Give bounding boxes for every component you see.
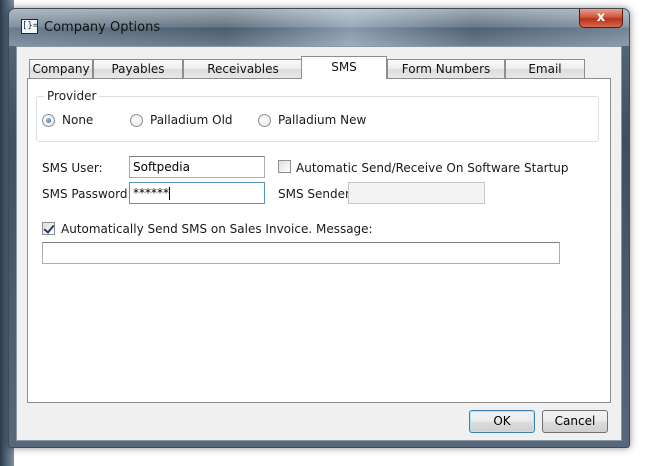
provider-group: Provider None Palladium Old Palladium Ne…	[36, 89, 599, 142]
app-icon: [}=	[21, 19, 38, 34]
tab-payables[interactable]: Payables	[93, 59, 183, 78]
provider-none-label: None	[62, 113, 94, 127]
radio-unchecked-icon	[258, 114, 271, 127]
ok-button[interactable]: OK	[469, 410, 535, 433]
provider-group-legend: Provider	[44, 89, 100, 103]
text-caret	[169, 187, 170, 200]
sms-sender-input[interactable]	[348, 182, 485, 204]
auto-send-receive-label: Automatic Send/Receive On Software Start…	[296, 161, 569, 175]
tab-sms[interactable]: SMS	[301, 56, 387, 79]
window-title: Company Options	[44, 20, 161, 35]
auto-send-invoice-checkbox[interactable]	[42, 222, 55, 235]
sms-password-input[interactable]: ******	[129, 182, 265, 204]
sms-user-label: SMS User:	[42, 161, 103, 175]
tab-company[interactable]: Company	[29, 59, 93, 78]
sms-sender-label: SMS Sender	[278, 187, 350, 201]
auto-send-receive-checkbox[interactable]	[278, 160, 291, 173]
provider-palladium-old-radio[interactable]: Palladium Old	[130, 113, 233, 129]
title-bar[interactable]: [}= Company Options x	[9, 9, 629, 46]
company-options-window: [}= Company Options x Company Payables R…	[8, 8, 630, 448]
close-button[interactable]: x	[579, 9, 623, 28]
provider-palladium-new-label: Palladium New	[278, 113, 367, 127]
close-icon: x	[596, 10, 606, 25]
provider-palladium-new-radio[interactable]: Palladium New	[258, 113, 368, 129]
cancel-button[interactable]: Cancel	[542, 410, 608, 433]
tab-email[interactable]: Email	[505, 59, 585, 78]
radio-unchecked-icon	[130, 114, 143, 127]
radio-checked-icon	[42, 114, 55, 127]
sms-password-value: ******	[133, 186, 169, 200]
message-input[interactable]	[42, 242, 560, 264]
dialog-client-area: Company Payables Receivables SMS Form Nu…	[16, 46, 622, 441]
tab-form-numbers[interactable]: Form Numbers	[387, 59, 505, 78]
provider-palladium-old-label: Palladium Old	[150, 113, 233, 127]
sms-user-value: Softpedia	[133, 160, 190, 174]
sms-tab-page: Provider None Palladium Old Palladium Ne…	[27, 78, 611, 403]
tab-strip: Company Payables Receivables SMS Form Nu…	[27, 56, 607, 79]
sms-user-input[interactable]: Softpedia	[129, 156, 265, 178]
auto-send-invoice-label: Automatically Send SMS on Sales Invoice.…	[61, 222, 373, 236]
sms-password-label: SMS Password:	[42, 187, 132, 201]
tab-receivables[interactable]: Receivables	[183, 59, 303, 78]
provider-none-radio[interactable]: None	[42, 113, 102, 129]
